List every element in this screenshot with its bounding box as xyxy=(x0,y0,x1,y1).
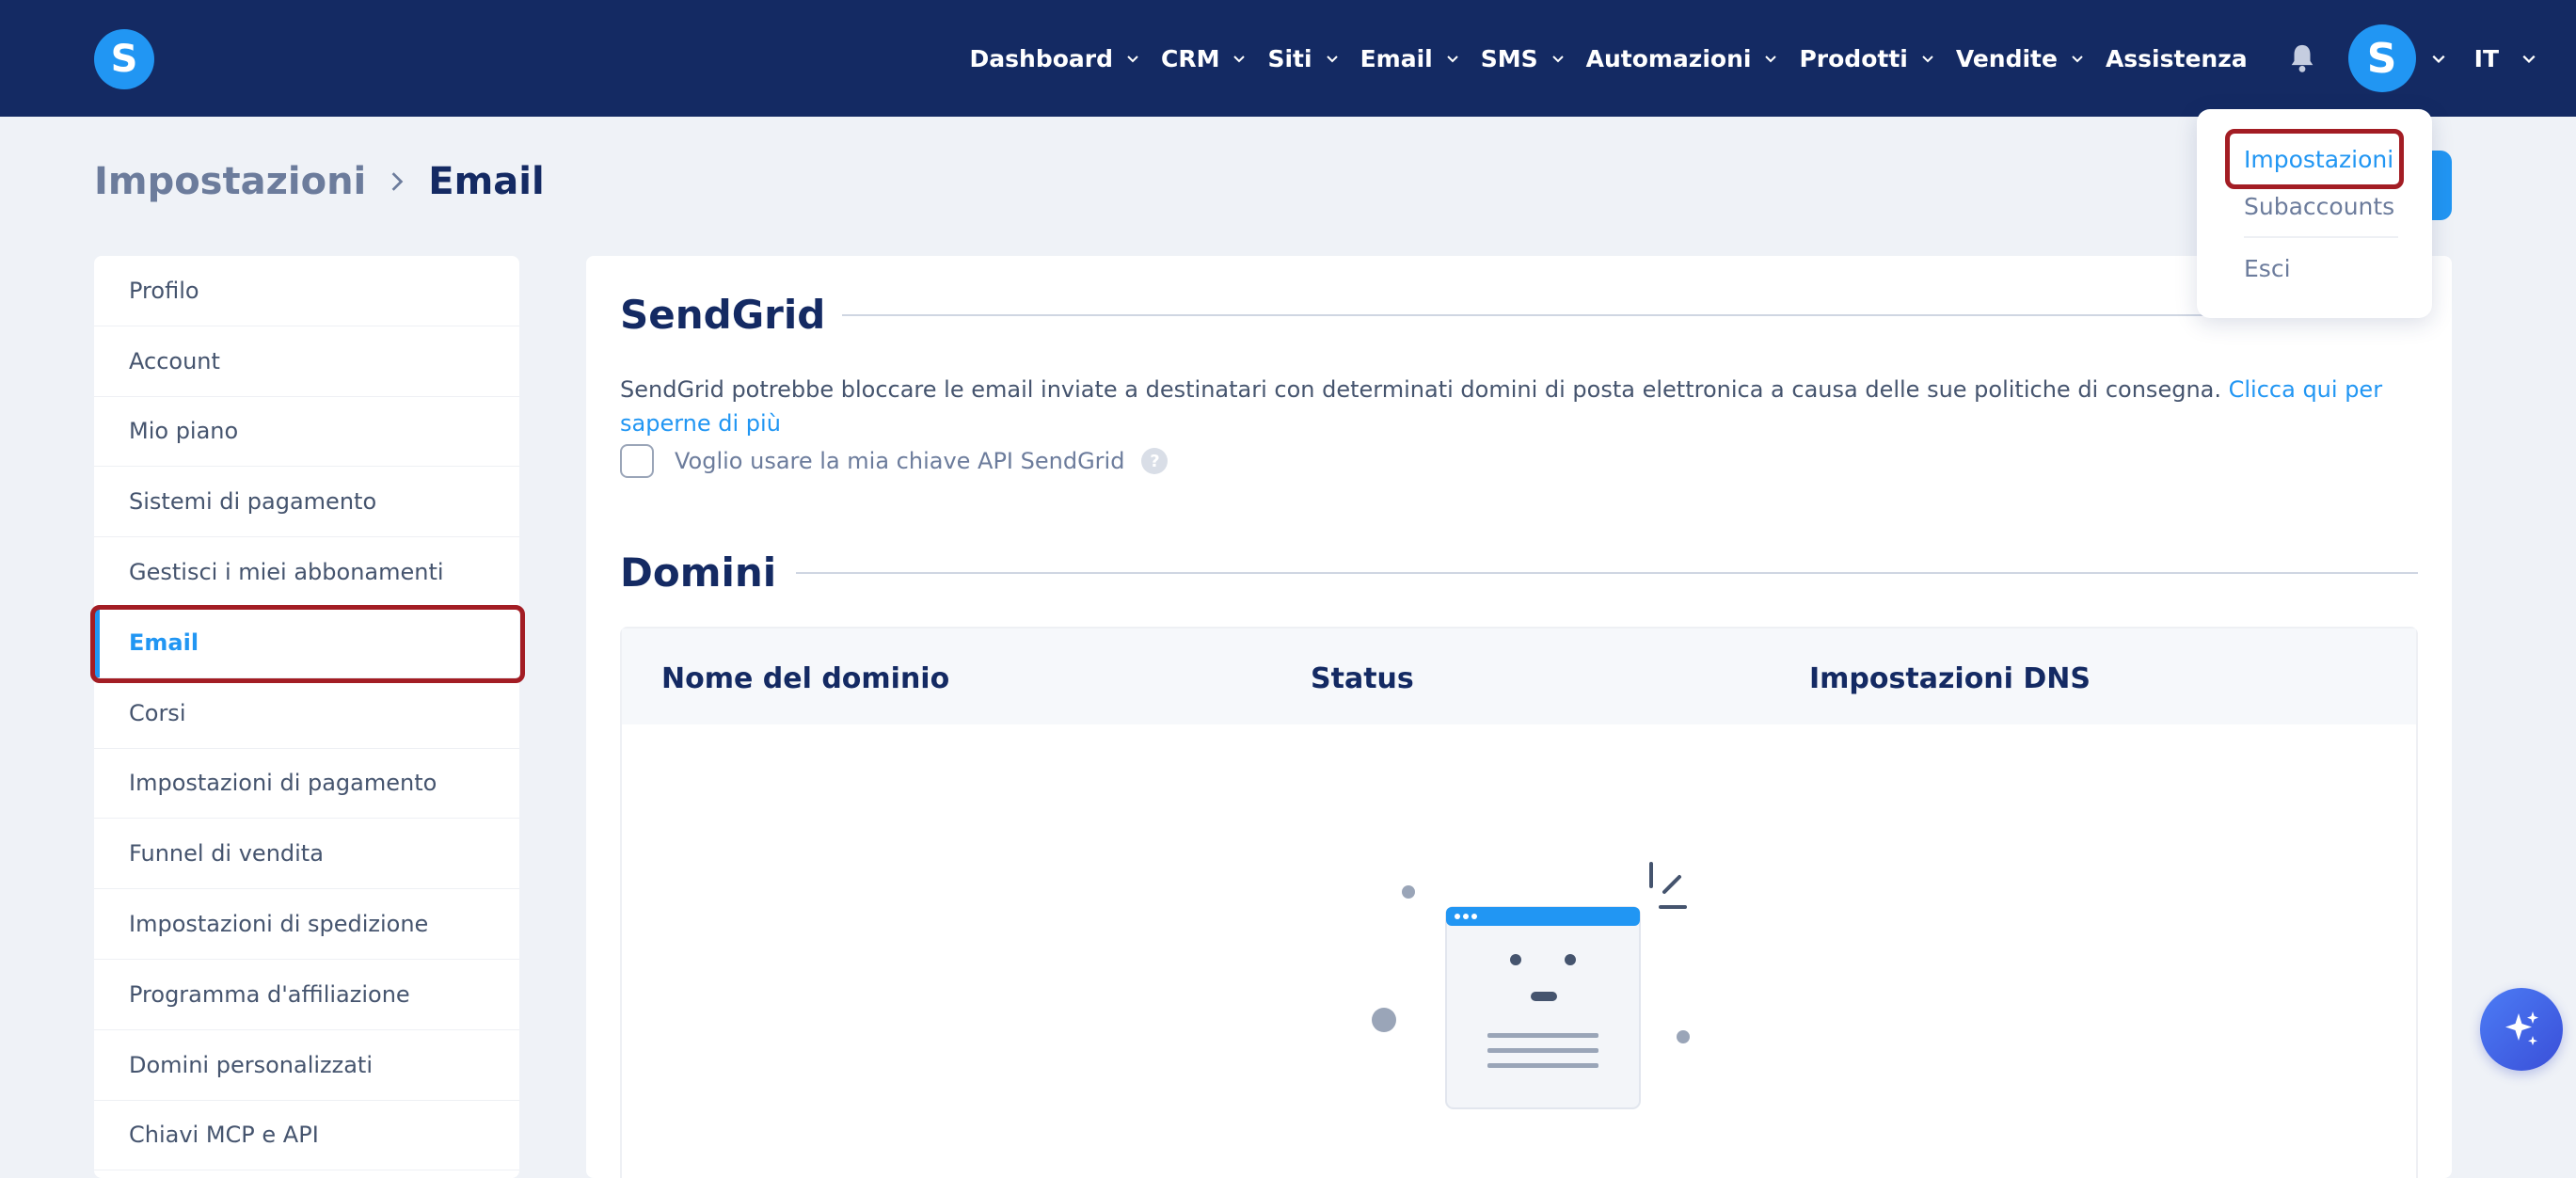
help-icon[interactable]: ? xyxy=(1141,448,1169,474)
column-header-dns: Impostazioni DNS xyxy=(1809,662,2091,695)
nav-label: Assistenza xyxy=(2105,44,2248,72)
chevron-down-icon xyxy=(1127,56,1138,63)
nav-prodotti[interactable]: Prodotti xyxy=(1799,45,1933,72)
nav-label: Automazioni xyxy=(1585,44,1752,72)
domains-title: Domini xyxy=(620,549,777,596)
description-text: SendGrid potrebbe bloccare le email invi… xyxy=(620,376,2221,403)
sendgrid-description: SendGrid potrebbe bloccare le email invi… xyxy=(620,373,2408,440)
nav-label: Vendite xyxy=(1955,44,2058,72)
email-highlight-box xyxy=(90,605,525,683)
impostazioni-highlight-box xyxy=(2225,129,2404,189)
chevron-down-icon xyxy=(1447,56,1458,63)
sparkle-icon xyxy=(2505,1011,2538,1045)
empty-state-illustration xyxy=(1372,862,1690,1109)
nav-vendite[interactable]: Vendite xyxy=(1956,45,2084,72)
sidebar-item-spedizione[interactable]: Impostazioni di spedizione xyxy=(94,889,519,960)
chevron-down-icon xyxy=(1326,56,1338,63)
main-content: SendGrid SendGrid potrebbe bloccare le e… xyxy=(586,256,2452,1178)
nav-crm[interactable]: CRM xyxy=(1161,45,1246,72)
checkbox-label[interactable]: Voglio usare la mia chiave API SendGrid xyxy=(675,448,1124,474)
domains-table: Nome del dominio Status Impostazioni DNS xyxy=(620,627,2418,1178)
top-navbar: S Dashboard CRM Siti Email SMS Automazio… xyxy=(0,0,2576,117)
chevron-down-icon xyxy=(1922,56,1933,63)
main-nav: Dashboard CRM Siti Email SMS Automazioni… xyxy=(970,0,2576,117)
sendgrid-api-key-checkbox[interactable] xyxy=(620,444,654,478)
nav-email[interactable]: Email xyxy=(1360,45,1459,72)
sendgrid-title: SendGrid xyxy=(620,292,826,338)
chevron-down-icon xyxy=(1551,56,1564,63)
user-avatar[interactable]: S xyxy=(2347,24,2416,92)
chevron-right-icon xyxy=(391,172,404,191)
app-logo[interactable]: S xyxy=(94,29,154,89)
menu-item-subaccounts[interactable]: Subaccounts xyxy=(2244,193,2394,220)
breadcrumb: Impostazioni Email xyxy=(94,160,545,203)
chevron-down-icon xyxy=(2072,56,2083,63)
sidebar-item-chiavi-api[interactable]: Chiavi MCP e API xyxy=(94,1101,519,1171)
nav-label: Siti xyxy=(1267,44,1312,72)
nav-label: SMS xyxy=(1480,44,1538,72)
sidebar-item-account[interactable]: Account xyxy=(94,326,519,397)
nav-siti[interactable]: Siti xyxy=(1267,45,1338,72)
chevron-down-icon xyxy=(1233,56,1246,63)
nav-assistenza[interactable]: Assistenza xyxy=(2106,45,2248,72)
table-header: Nome del dominio Status Impostazioni DNS xyxy=(622,629,2416,724)
chevron-down-icon xyxy=(1765,56,1777,63)
sidebar-item-impostazioni-pagamento[interactable]: Impostazioni di pagamento xyxy=(94,749,519,820)
nav-label: CRM xyxy=(1160,44,1220,72)
sidebar-item-abbonamenti[interactable]: Gestisci i miei abbonamenti xyxy=(94,537,519,608)
menu-item-esci[interactable]: Esci xyxy=(2244,255,2291,282)
nav-label: Email xyxy=(1360,44,1433,72)
sidebar-item-corsi[interactable]: Corsi xyxy=(94,678,519,749)
nav-dashboard[interactable]: Dashboard xyxy=(970,45,1139,72)
sidebar-item-mio-piano[interactable]: Mio piano xyxy=(94,397,519,468)
nav-label: Prodotti xyxy=(1799,44,1908,72)
menu-divider xyxy=(2244,236,2398,238)
chevron-down-icon[interactable] xyxy=(2431,51,2446,66)
sidebar-item-funnel[interactable]: Funnel di vendita xyxy=(94,819,519,890)
page-title: Email xyxy=(428,160,545,203)
ai-assistant-button[interactable] xyxy=(2480,988,2563,1071)
section-divider xyxy=(842,314,2347,316)
sidebar-item-sistemi-pagamento[interactable]: Sistemi di pagamento xyxy=(94,467,519,538)
column-header-status: Status xyxy=(1311,662,1414,695)
settings-sidebar: Profilo Account Mio piano Sistemi di pag… xyxy=(94,256,519,1178)
sidebar-item-profilo[interactable]: Profilo xyxy=(94,256,519,326)
breadcrumb-parent[interactable]: Impostazioni xyxy=(94,160,366,203)
nav-sms[interactable]: SMS xyxy=(1481,45,1565,72)
sendgrid-api-key-option: Voglio usare la mia chiave API SendGrid … xyxy=(620,444,1169,478)
sidebar-item-domini[interactable]: Domini personalizzati xyxy=(94,1030,519,1101)
chevron-down-icon[interactable] xyxy=(2521,51,2536,66)
column-header-domain: Nome del dominio xyxy=(661,662,950,695)
sidebar-item-affiliazione[interactable]: Programma d'affiliazione xyxy=(94,960,519,1030)
nav-automazioni[interactable]: Automazioni xyxy=(1586,45,1778,72)
section-divider xyxy=(796,572,2418,574)
nav-label: Dashboard xyxy=(969,44,1113,72)
bell-icon[interactable] xyxy=(2286,42,2318,74)
language-selector[interactable]: IT xyxy=(2474,45,2499,72)
